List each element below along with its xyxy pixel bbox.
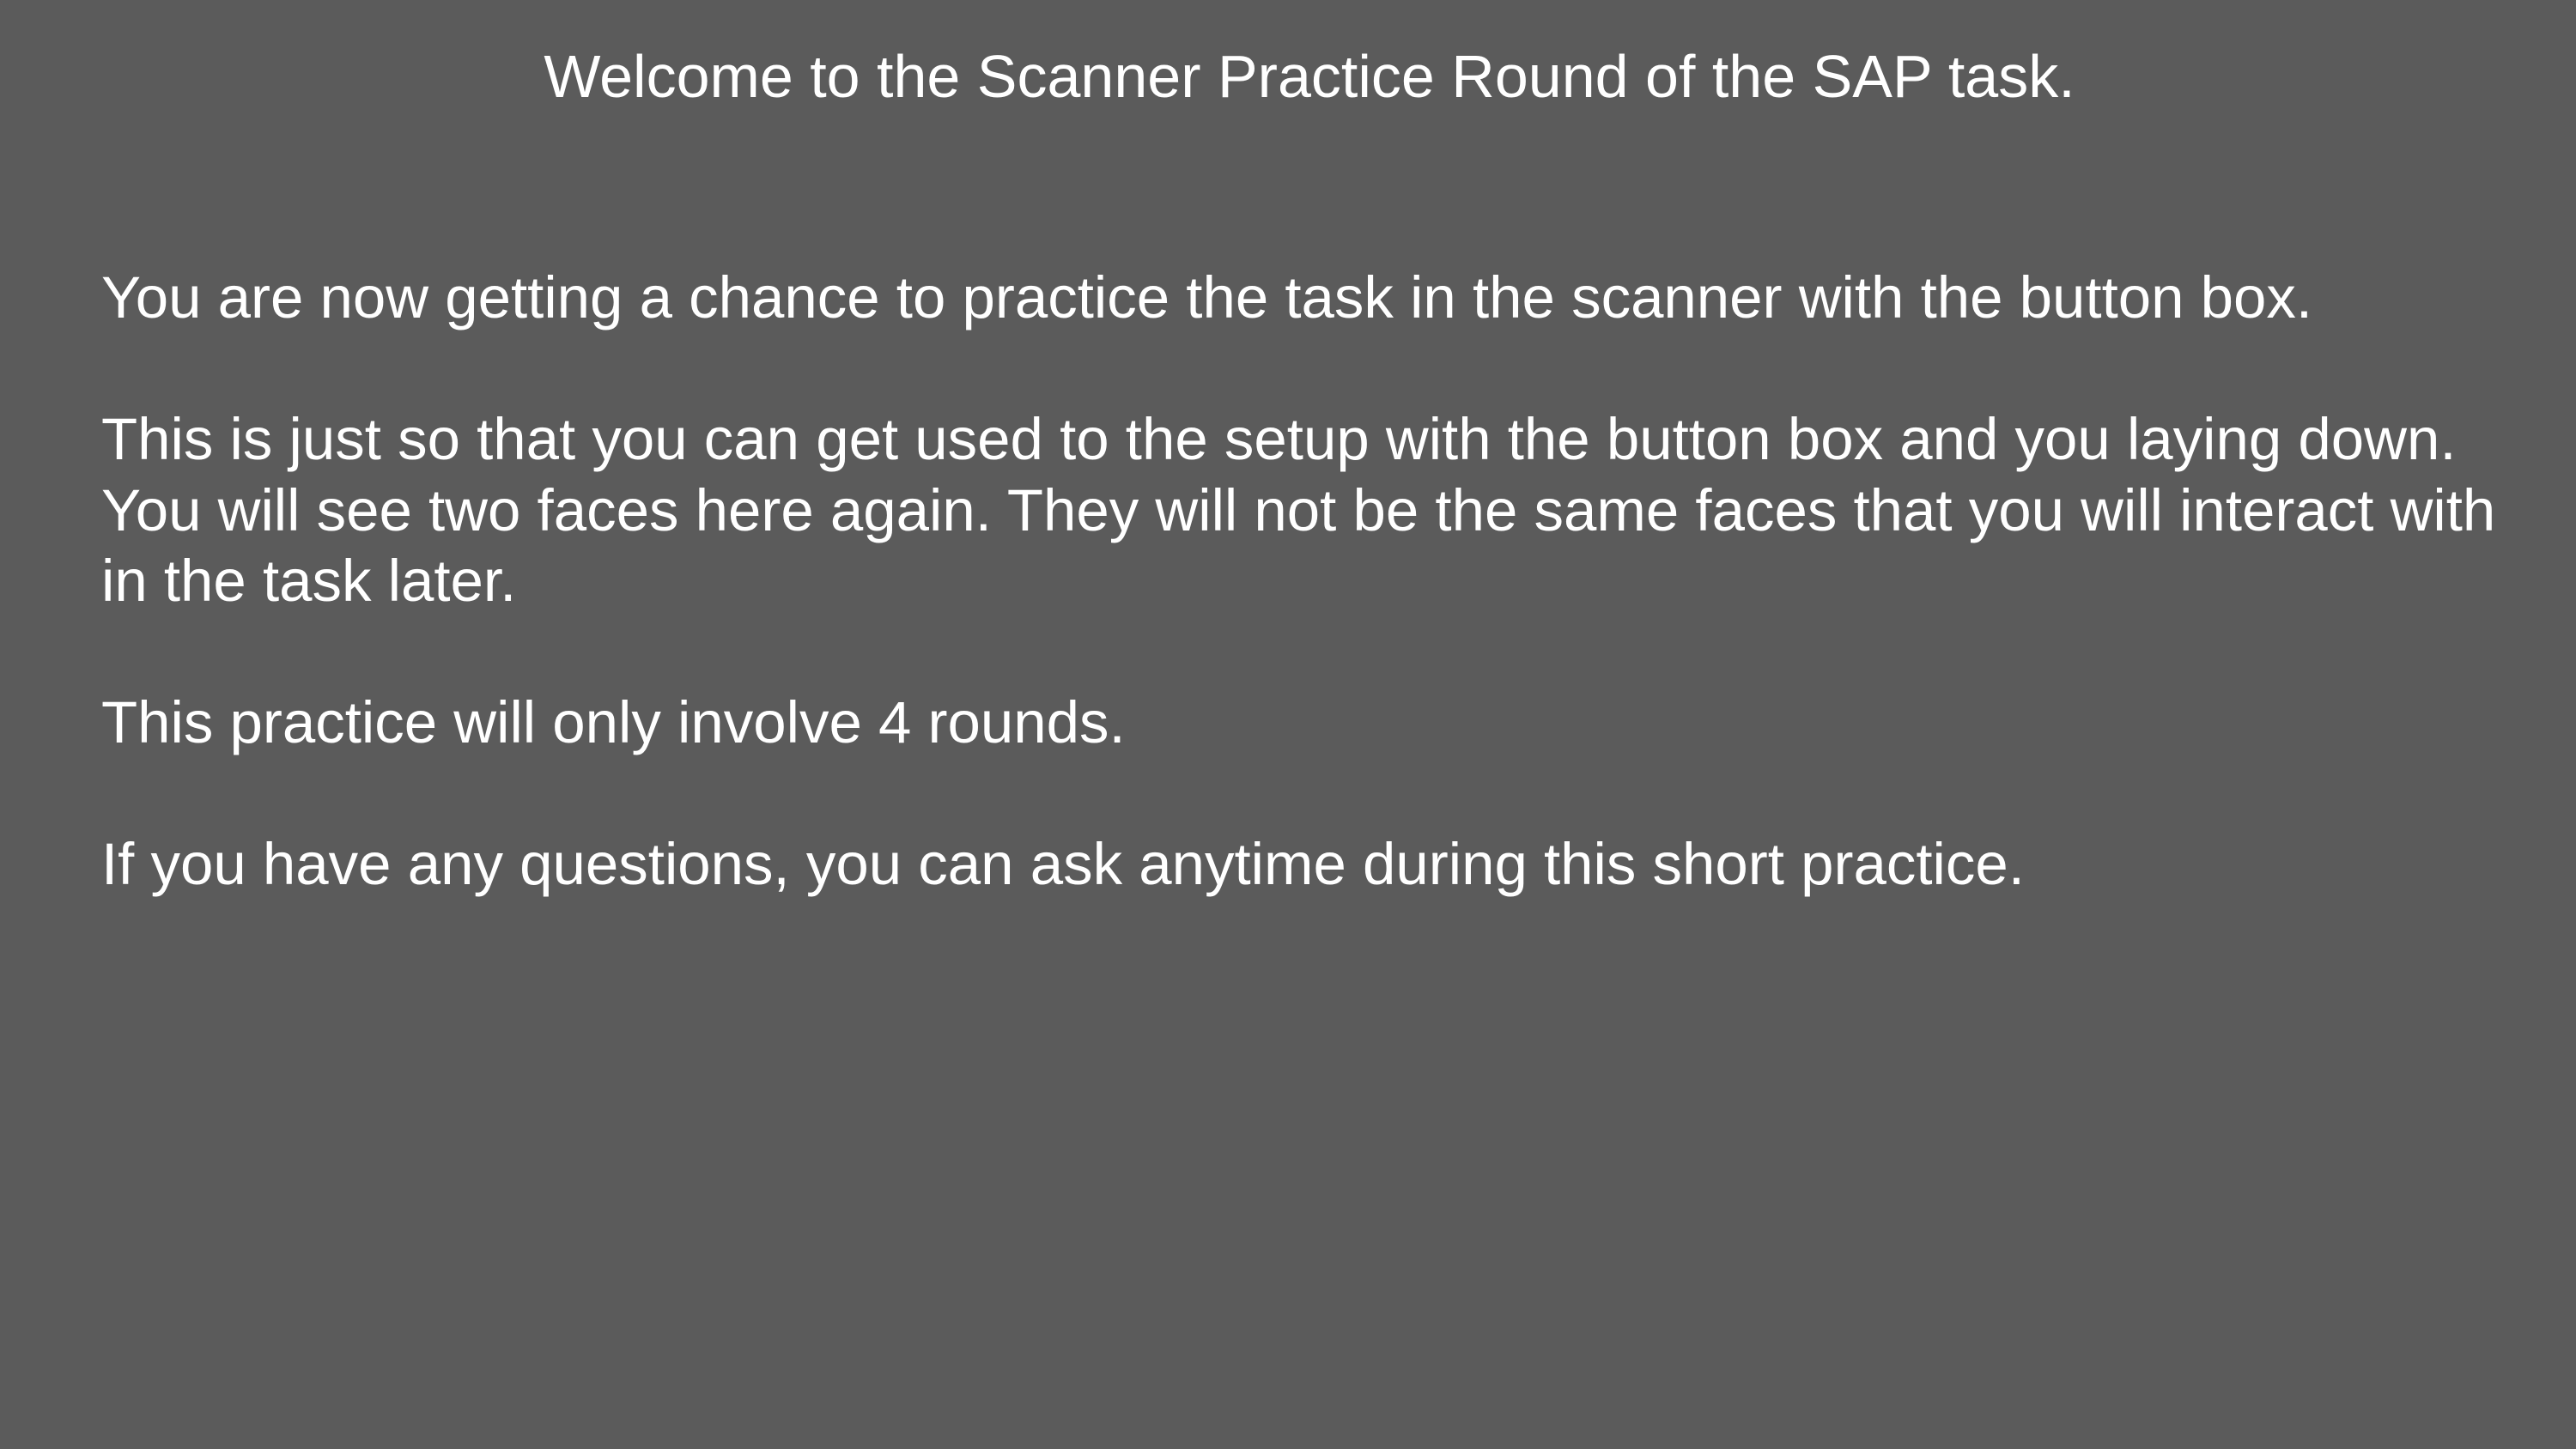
instruction-line: in the task later. <box>101 548 517 614</box>
instruction-line: You will see two faces here again. They … <box>101 476 2496 543</box>
screen-title: Welcome to the Scanner Practice Round of… <box>544 43 2075 110</box>
instruction-paragraph: This is just so that you can get used to… <box>101 404 2557 617</box>
instruction-line: This is just so that you can get used to… <box>101 406 2457 472</box>
instruction-paragraph: This practice will only involve 4 rounds… <box>101 688 2557 759</box>
instruction-paragraph: You are now getting a chance to practice… <box>101 263 2557 334</box>
instruction-paragraph: If you have any questions, you can ask a… <box>101 829 2557 900</box>
instructions-body: You are now getting a chance to practice… <box>101 263 2557 971</box>
instruction-line: This practice will only involve 4 rounds… <box>101 689 1126 755</box>
instruction-line: If you have any questions, you can ask a… <box>101 831 2025 897</box>
instruction-line: You are now getting a chance to practice… <box>101 264 2313 330</box>
instruction-screen: Welcome to the Scanner Practice Round of… <box>0 0 2576 1449</box>
